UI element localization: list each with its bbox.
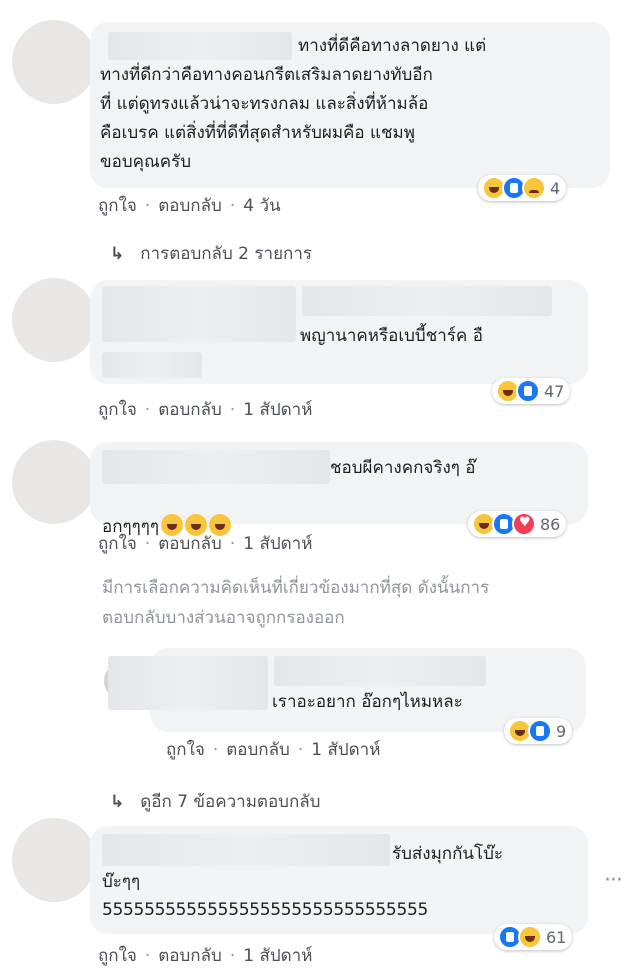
separator: · xyxy=(297,740,304,760)
reply-button[interactable]: ตอบกลับ xyxy=(158,946,222,966)
comment-actions: ถูกใจ · ตอบกลับ · 4 วัน xyxy=(98,192,281,219)
comment-actions: ถูกใจ · ตอบกลับ · 1 สัปดาห์ xyxy=(98,942,312,969)
redacted-author-name xyxy=(302,286,552,316)
separator: · xyxy=(229,534,236,554)
reaction-summary[interactable]: 9 xyxy=(504,718,573,744)
reply-arrow-icon: ↳ xyxy=(110,244,125,264)
comment-bubble: พญานาคหรือเบบี้ชาร์ค อื xyxy=(90,280,588,384)
avatar[interactable] xyxy=(12,440,96,524)
reply-arrow-icon: ↳ xyxy=(110,792,125,812)
sad-icon xyxy=(522,176,546,200)
haha-icon xyxy=(518,925,542,949)
timestamp[interactable]: 4 วัน xyxy=(243,196,280,216)
like-button[interactable]: ถูกใจ xyxy=(98,400,137,420)
comment-text: ทางที่ดีคือทางลาดยาง แต่ ทางที่ดีกว่าคือ… xyxy=(100,36,487,172)
separator: · xyxy=(144,946,151,966)
reaction-count: 47 xyxy=(544,381,565,401)
reaction-count: 4 xyxy=(550,178,561,198)
reaction-summary[interactable]: 47 xyxy=(492,378,571,404)
comment-bubble: ทางที่ดีคือทางลาดยาง แต่ ทางที่ดีกว่าคือ… xyxy=(90,22,610,188)
like-icon xyxy=(516,379,540,403)
separator: · xyxy=(229,946,236,966)
comment-bubble: รับส่งมุกกันโบ๊ะ บ๊ะๆๆ 55555555555555555… xyxy=(90,826,588,934)
redacted-author-name xyxy=(102,286,296,342)
view-more-replies-label: ดูอีก 7 ข้อความตอบกลับ xyxy=(140,792,321,812)
reply-button[interactable]: ตอบกลับ xyxy=(158,196,222,216)
view-replies-link[interactable]: ↳ การตอบกลับ 2 รายการ xyxy=(110,240,312,267)
like-button[interactable]: ถูกใจ xyxy=(166,740,205,760)
comment-actions: ถูกใจ · ตอบกลับ · 1 สัปดาห์ xyxy=(166,736,380,763)
separator: · xyxy=(212,740,219,760)
separator: · xyxy=(229,400,236,420)
reaction-count: 61 xyxy=(546,927,567,947)
separator: · xyxy=(229,196,236,216)
reaction-summary[interactable]: 4 xyxy=(478,175,567,201)
redacted-author-name xyxy=(102,834,390,866)
avatar[interactable] xyxy=(12,818,96,902)
reply-button[interactable]: ตอบกลับ xyxy=(158,400,222,420)
reaction-count: 86 xyxy=(540,514,561,534)
reaction-summary[interactable]: 61 xyxy=(494,924,573,950)
comment-text: เราอะอยาก อ๊อกๆไหมหละ xyxy=(272,692,463,712)
comment-text-line2: บ๊ะๆๆ xyxy=(102,872,141,892)
timestamp[interactable]: 1 สัปดาห์ xyxy=(243,946,312,966)
timestamp[interactable]: 1 สัปดาห์ xyxy=(311,740,380,760)
comment-actions: ถูกใจ · ตอบกลับ · 1 สัปดาห์ xyxy=(98,530,312,557)
timestamp[interactable]: 1 สัปดาห์ xyxy=(243,400,312,420)
reaction-count: 9 xyxy=(556,721,567,741)
view-replies-label: การตอบกลับ 2 รายการ xyxy=(140,244,312,264)
comment-text-line1: ชอบผีคางคกจริงๆ อ๊ xyxy=(330,458,476,478)
avatar[interactable] xyxy=(12,20,96,104)
like-button[interactable]: ถูกใจ xyxy=(98,946,137,966)
comment-actions: ถูกใจ · ตอบกลับ · 1 สัปดาห์ xyxy=(98,396,312,423)
more-options-icon[interactable]: ··· xyxy=(604,868,623,893)
view-more-replies-link[interactable]: ↳ ดูอีก 7 ข้อความตอบกลับ xyxy=(110,788,320,815)
separator: · xyxy=(144,534,151,554)
like-icon xyxy=(528,719,552,743)
reply-button[interactable]: ตอบกลับ xyxy=(158,534,222,554)
redacted-author-name xyxy=(102,450,330,484)
comment-text: พญานาคหรือเบบี้ชาร์ค อื xyxy=(300,326,483,346)
avatar[interactable] xyxy=(12,278,96,362)
reaction-summary[interactable]: 86 xyxy=(468,511,567,537)
timestamp[interactable]: 1 สัปดาห์ xyxy=(243,534,312,554)
redacted-author-name xyxy=(108,656,268,710)
like-button[interactable]: ถูกใจ xyxy=(98,534,137,554)
redacted-author-name xyxy=(274,656,486,686)
separator: · xyxy=(144,196,151,216)
separator: · xyxy=(144,400,151,420)
like-button[interactable]: ถูกใจ xyxy=(98,196,137,216)
comment-text-line1: รับส่งมุกกันโบ๊ะ xyxy=(392,844,504,864)
reply-button[interactable]: ตอบกลับ xyxy=(226,740,290,760)
comment-text-line3: 5555555555555555555555555555555 xyxy=(102,900,428,920)
love-icon xyxy=(512,512,536,536)
redacted-text xyxy=(102,352,202,378)
filter-notice: มีการเลือกความคิดเห็นที่เกี่ยวข้องมากที่… xyxy=(102,578,490,628)
